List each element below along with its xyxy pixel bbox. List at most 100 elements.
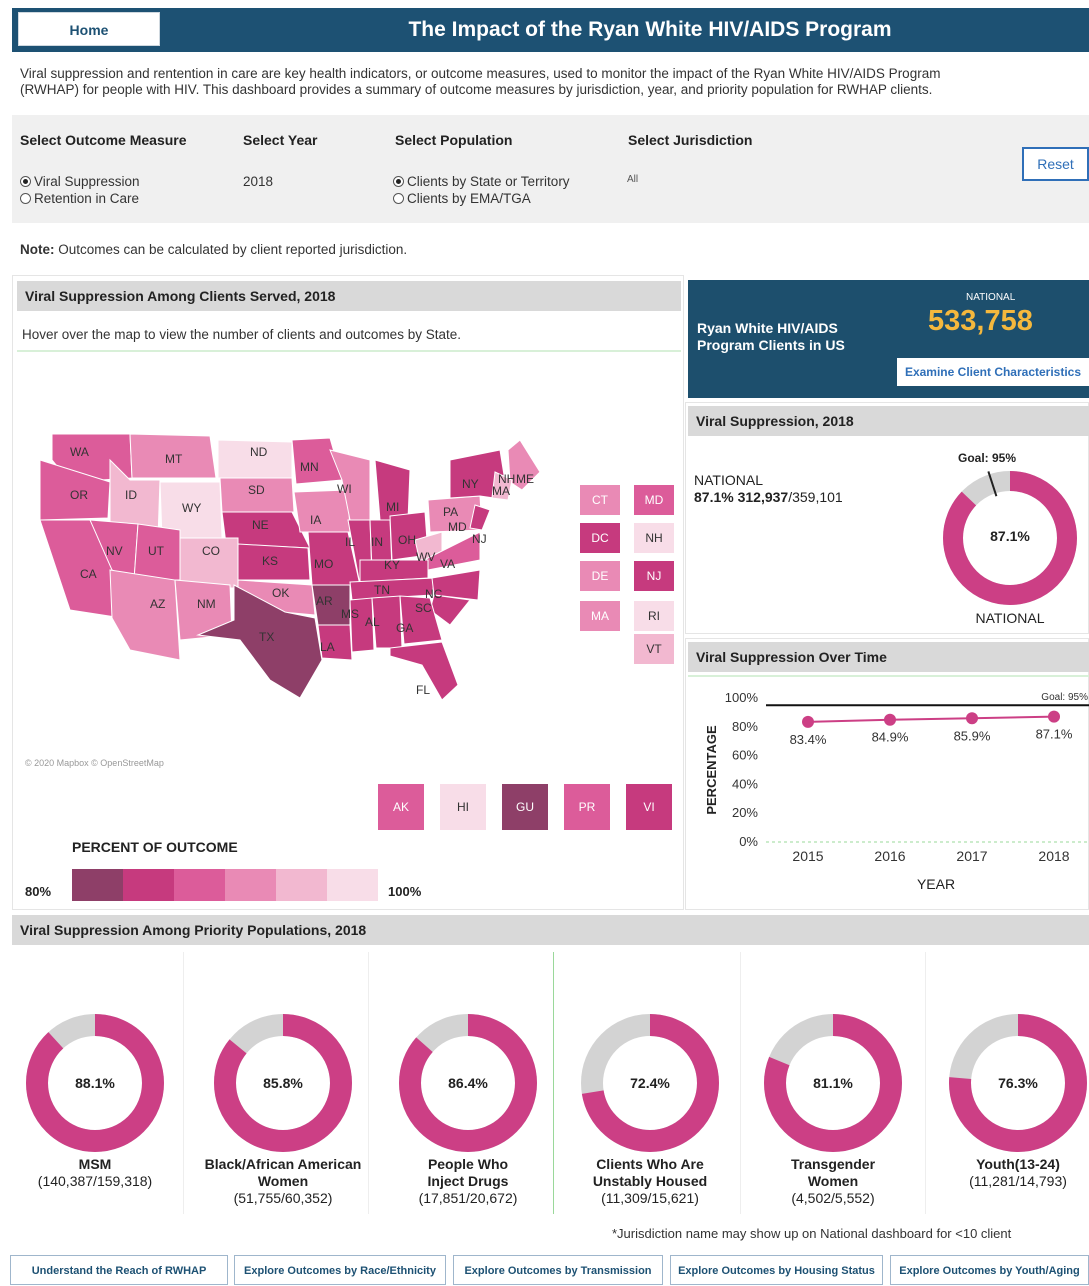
- population-label: Select Population: [395, 132, 513, 148]
- state-label-wa: WA: [70, 445, 89, 459]
- priority-name: Inject Drugs: [427, 1173, 509, 1189]
- state-label-wy: WY: [182, 501, 202, 515]
- data-point-2016[interactable]: [884, 713, 896, 726]
- nav-outcomes-transmission[interactable]: Explore Outcomes by Transmission: [453, 1255, 663, 1285]
- radio-selected-icon[interactable]: [20, 176, 31, 187]
- legend-min: 80%: [25, 884, 52, 899]
- state-label-la: LA: [320, 640, 335, 654]
- outcome-radio-group: Viral Suppression Retention in Care: [20, 173, 140, 207]
- population-radio-group: Clients by State or Territory Clients by…: [393, 173, 570, 207]
- radio-retention-in-care[interactable]: Retention in Care: [20, 190, 140, 207]
- x-tick-2018: 2018: [1038, 848, 1069, 864]
- state-label-md: MD: [448, 520, 467, 534]
- territory-hi[interactable]: HI: [440, 784, 486, 830]
- data-point-2015[interactable]: [802, 715, 814, 728]
- radio-empty-icon[interactable]: [393, 193, 404, 204]
- small-state-dc[interactable]: DC: [580, 523, 620, 553]
- legend-swatch: [123, 869, 174, 901]
- jurisdiction-select[interactable]: All: [627, 174, 638, 185]
- state-label-ca: CA: [80, 567, 97, 581]
- state-label-id: ID: [125, 488, 137, 502]
- priority-name: People Who: [427, 1156, 509, 1172]
- state-label-mt: MT: [165, 452, 183, 466]
- radio-clients-by-state[interactable]: Clients by State or Territory: [393, 173, 570, 190]
- national-heading: Ryan White HIV/AIDS Program Clients in U…: [697, 320, 845, 353]
- x-axis-title: YEAR: [917, 876, 955, 892]
- data-point-2017[interactable]: [966, 712, 978, 725]
- small-state-ct[interactable]: CT: [580, 485, 620, 515]
- reset-button[interactable]: Reset: [1022, 147, 1089, 181]
- y-axis-title: PERCENTAGE: [704, 725, 719, 815]
- vs-donut-value: 87.1%: [990, 528, 1030, 544]
- legend-swatch: [72, 869, 123, 901]
- y-tick-label: 20%: [732, 805, 758, 820]
- intro-text: Viral suppression and rentention in care…: [20, 66, 1085, 98]
- state-label-nv: NV: [106, 544, 123, 558]
- small-state-nj[interactable]: NJ: [634, 561, 674, 591]
- divider: [688, 675, 1089, 677]
- state-label-fl: FL: [416, 683, 431, 697]
- state-label-az: AZ: [150, 597, 166, 611]
- year-label: Select Year: [243, 132, 318, 148]
- small-state-nh[interactable]: NH: [634, 523, 674, 553]
- nav-outcomes-housing[interactable]: Explore Outcomes by Housing Status: [670, 1255, 883, 1285]
- state-label-tx: TX: [259, 630, 275, 644]
- priority-pct: 72.4%: [630, 1075, 670, 1091]
- state-az[interactable]: [109, 569, 181, 661]
- small-state-ma[interactable]: MA: [580, 601, 620, 631]
- state-ia[interactable]: [293, 489, 351, 533]
- y-tick-label: 80%: [732, 719, 758, 734]
- priority-pct: 88.1%: [75, 1075, 115, 1091]
- territory-vi[interactable]: VI: [626, 784, 672, 830]
- state-label-ok: OK: [272, 586, 290, 600]
- radio-label: Clients by EMA/TGA: [407, 191, 531, 206]
- priority-name: Unstably Housed: [592, 1173, 708, 1189]
- state-label-or: OR: [70, 488, 88, 502]
- priority-name: Clients Who Are: [596, 1156, 704, 1172]
- radio-clients-by-ema[interactable]: Clients by EMA/TGA: [393, 190, 570, 207]
- radio-viral-suppression[interactable]: Viral Suppression: [20, 173, 140, 190]
- nav-understand-reach[interactable]: Understand the Reach of RWHAP: [10, 1255, 228, 1285]
- priority-pct: 85.8%: [263, 1075, 303, 1091]
- vs-donut-caption: NATIONAL: [975, 610, 1045, 626]
- state-label-il: IL: [345, 535, 356, 549]
- state-label-mo: MO: [314, 557, 334, 571]
- territory-pr[interactable]: PR: [564, 784, 610, 830]
- trend-chart[interactable]: 100% 80% 60% 40% 20% 0% Goal: 95% PERCENTAGE YEA…: [688, 678, 1089, 893]
- state-label-pa: PA: [443, 505, 459, 519]
- column-divider: [553, 952, 554, 1214]
- jurisdiction-label: Select Jurisdiction: [628, 132, 753, 148]
- priority-counts: (11,281/14,793): [969, 1173, 1067, 1189]
- x-tick-2015: 2015: [792, 848, 823, 864]
- priority-name: Women: [807, 1173, 859, 1189]
- territory-gu[interactable]: GU: [502, 784, 548, 830]
- state-label-mi: MI: [386, 500, 400, 514]
- us-map[interactable]: [30, 420, 550, 720]
- home-button[interactable]: Home: [18, 12, 160, 46]
- state-label-nj: NJ: [472, 532, 487, 546]
- state-label-nc: NC: [425, 587, 443, 601]
- intro-line-1: Viral suppression and rentention in care…: [20, 66, 941, 81]
- examine-characteristics-link[interactable]: Examine Client Characteristics: [897, 358, 1089, 386]
- state-label-ar: AR: [316, 594, 333, 608]
- state-label-in: IN: [371, 535, 383, 549]
- nav-outcomes-race[interactable]: Explore Outcomes by Race/Ethnicity: [234, 1255, 446, 1285]
- nav-outcomes-youth[interactable]: Explore Outcomes by Youth/Aging: [890, 1255, 1089, 1285]
- small-state-md[interactable]: MD: [634, 485, 674, 515]
- state-label-ny: NY: [462, 477, 479, 491]
- radio-empty-icon[interactable]: [20, 193, 31, 204]
- column-divider: [183, 952, 184, 1214]
- year-select[interactable]: 2018: [243, 173, 273, 190]
- trend-panel-title: Viral Suppression Over Time: [688, 642, 1089, 672]
- small-state-ri[interactable]: RI: [634, 601, 674, 631]
- state-label-ne: NE: [252, 518, 269, 532]
- radio-selected-icon[interactable]: [393, 176, 404, 187]
- data-point-2018[interactable]: [1048, 710, 1060, 723]
- national-label: NATIONAL: [966, 292, 1016, 303]
- priority-counts: (51,755/60,352): [233, 1190, 333, 1206]
- small-state-de[interactable]: DE: [580, 561, 620, 591]
- vs-denominator: /359,101: [788, 489, 843, 505]
- radio-label: Clients by State or Territory: [407, 174, 570, 189]
- territory-ak[interactable]: AK: [378, 784, 424, 830]
- small-state-vt[interactable]: VT: [634, 634, 674, 664]
